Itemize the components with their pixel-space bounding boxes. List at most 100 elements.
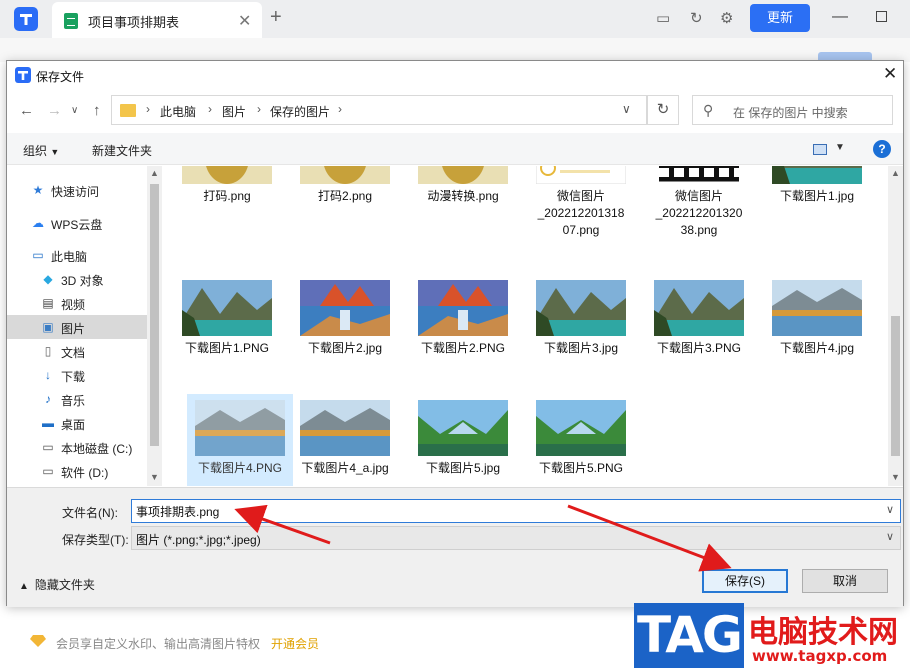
document-tab[interactable]: 项目事项排期表 ✕	[52, 2, 262, 38]
breadcrumb-pictures[interactable]: 图片	[222, 103, 246, 120]
star-icon: ★	[32, 183, 44, 197]
music-icon: ♪	[45, 392, 51, 406]
file-item[interactable]: 下载图片3.PNG	[646, 274, 752, 386]
file-name: 下载图片2.PNG	[420, 341, 505, 355]
organize-menu[interactable]: 组织 ▼	[23, 142, 59, 159]
sync-icon[interactable]: ↻	[690, 9, 703, 27]
back-arrow-icon[interactable]: ←	[19, 102, 34, 119]
caret-down-icon[interactable]: ▼	[835, 142, 845, 153]
file-item[interactable]: 下载图片4.PNG	[187, 394, 293, 486]
scroll-thumb[interactable]	[150, 184, 159, 446]
drive-icon: ▭	[42, 464, 54, 478]
sidebar-item[interactable]: ▭ 此电脑	[7, 243, 147, 267]
file-name: 下载图片3.PNG	[656, 341, 741, 355]
new-folder-button[interactable]: 新建文件夹	[92, 142, 152, 159]
file-thumbnail	[536, 400, 626, 456]
open-vip-link[interactable]: 开通会员	[271, 635, 319, 652]
gear-icon[interactable]: ⚙	[720, 9, 733, 27]
cancel-button[interactable]: 取消	[802, 569, 888, 593]
file-item[interactable]: 下载图片4_a.jpg	[292, 394, 398, 486]
desktop-icon: ▬	[42, 416, 54, 430]
recent-dropdown-icon[interactable]: ∨	[71, 105, 78, 116]
new-tab-icon[interactable]: +	[270, 6, 282, 29]
file-thumbnail	[654, 280, 744, 336]
navigation-row: ← → ∨ ↑ › 此电脑 › 图片 › 保存的图片 › ∨ ↻ ⚲ 在 保存的…	[7, 94, 903, 128]
chevron-down-icon[interactable]: ∨	[886, 503, 894, 516]
sidebar-item[interactable]: ▤ 视频	[7, 291, 147, 315]
scroll-down-icon[interactable]: ▼	[150, 472, 159, 482]
breadcrumb-this-pc[interactable]: 此电脑	[160, 103, 196, 120]
sidebar-item[interactable]: ▭ 本地磁盘 (C:)	[7, 435, 147, 459]
filetype-value: 图片 (*.png;*.jpg;*.jpeg)	[136, 533, 261, 547]
sidebar-item[interactable]: ▣ 图片	[7, 315, 147, 339]
filetype-select[interactable]: 图片 (*.png;*.jpg;*.jpeg) ∨	[131, 526, 901, 550]
file-name: 微信图片 _202212201318 07.png	[537, 189, 625, 237]
sidebar-item[interactable]: ♪ 音乐	[7, 387, 147, 411]
sidebar-item[interactable]: ★ 快速访问	[7, 178, 147, 202]
hide-folders-toggle[interactable]: ▲ 隐藏文件夹	[19, 576, 95, 593]
refresh-button[interactable]: ↻	[647, 95, 679, 125]
file-item[interactable]: 动漫转换.png	[410, 166, 516, 234]
file-name: 下载图片5.PNG	[538, 461, 623, 475]
scroll-up-icon[interactable]: ▲	[891, 168, 900, 178]
breadcrumb-saved-pictures[interactable]: 保存的图片	[270, 103, 330, 120]
file-name: 下载图片1.jpg	[779, 189, 855, 203]
window-icon[interactable]: ▭	[656, 9, 670, 27]
file-item[interactable]: 下载图片1.jpg	[764, 166, 870, 234]
file-item[interactable]: 下载图片5.jpg	[410, 394, 516, 486]
wps-logo-icon[interactable]	[14, 7, 38, 31]
dialog-toolbar: 组织 ▼ 新建文件夹 ▼ ?	[7, 133, 903, 165]
file-name: 下载图片4_a.jpg	[301, 461, 389, 475]
scroll-thumb[interactable]	[891, 316, 900, 456]
filename-field[interactable]: ∨	[131, 499, 901, 523]
file-item[interactable]: 下载图片1.PNG	[174, 274, 280, 386]
scroll-up-icon[interactable]: ▲	[150, 168, 159, 178]
dialog-title: 保存文件	[36, 70, 85, 84]
address-bar[interactable]: › 此电脑 › 图片 › 保存的图片 › ∨	[111, 95, 647, 125]
up-arrow-icon[interactable]: ↑	[93, 102, 101, 119]
chevron-right-icon: ›	[146, 102, 150, 116]
minimize-icon[interactable]: —	[832, 8, 848, 26]
navigation-pane: ★ 快速访问 ☁ WPS云盘 ▭ 此电脑 ◆ 3D 对象 ▤ 视频 ▣ 图片 ▯ 文档 ↓ 下载 ♪ 音乐 ▬ 桌面 ▭…	[7, 166, 147, 486]
scroll-down-icon[interactable]: ▼	[891, 472, 900, 482]
sidebar-item[interactable]: ◆ 3D 对象	[7, 267, 147, 291]
address-dropdown-icon[interactable]: ∨	[622, 102, 631, 116]
filename-input[interactable]	[136, 503, 856, 520]
file-item[interactable]: 下载图片5.PNG	[528, 394, 634, 486]
file-item[interactable]: 下载图片2.jpg	[292, 274, 398, 386]
sidebar-item[interactable]: ▬ 桌面	[7, 411, 147, 435]
chevron-up-icon: ▲	[19, 581, 29, 592]
file-item[interactable]: 微信图片 _202212201320 38.png	[646, 166, 752, 237]
search-box[interactable]: ⚲ 在 保存的图片 中搜索	[692, 95, 893, 125]
forward-arrow-icon[interactable]: →	[47, 102, 62, 119]
file-thumbnail	[418, 280, 508, 336]
nav-scrollbar[interactable]: ▲ ▼	[147, 166, 162, 486]
maximize-icon[interactable]	[876, 11, 887, 22]
picture-icon: ▣	[42, 320, 54, 334]
file-scrollbar[interactable]: ▲ ▼	[888, 166, 903, 486]
file-item[interactable]: 下载图片2.PNG	[410, 274, 516, 386]
download-icon: ↓	[45, 368, 51, 382]
file-thumbnail	[300, 400, 390, 456]
close-tab-icon[interactable]: ✕	[238, 11, 251, 31]
file-item[interactable]: 打码2.png	[292, 166, 398, 234]
ribbon-strip	[0, 38, 910, 62]
sidebar-item-label: 图片	[61, 322, 86, 336]
file-item[interactable]: 打码.png	[174, 166, 280, 234]
document-icon: ▯	[44, 344, 52, 358]
close-icon[interactable]: ✕	[883, 64, 897, 84]
file-item[interactable]: 下载图片4.jpg	[764, 274, 870, 386]
help-icon[interactable]: ?	[873, 140, 891, 158]
sidebar-item[interactable]: ☁ WPS云盘	[7, 211, 147, 235]
file-name: 打码.png	[203, 189, 251, 203]
update-button[interactable]: 更新	[750, 4, 810, 32]
sidebar-item[interactable]: ↓ 下载	[7, 363, 147, 387]
watermark-url: www.tagxp.com	[752, 647, 888, 665]
sidebar-item[interactable]: ▯ 文档	[7, 339, 147, 363]
save-button[interactable]: 保存(S)	[702, 569, 788, 593]
file-item[interactable]: 微信图片 _202212201318 07.png	[528, 166, 634, 237]
view-mode-icon[interactable]	[813, 144, 827, 155]
file-item[interactable]: 下载图片3.jpg	[528, 274, 634, 386]
sidebar-item[interactable]: ▭ 软件 (D:)	[7, 459, 147, 483]
chevron-down-icon[interactable]: ∨	[886, 530, 894, 543]
